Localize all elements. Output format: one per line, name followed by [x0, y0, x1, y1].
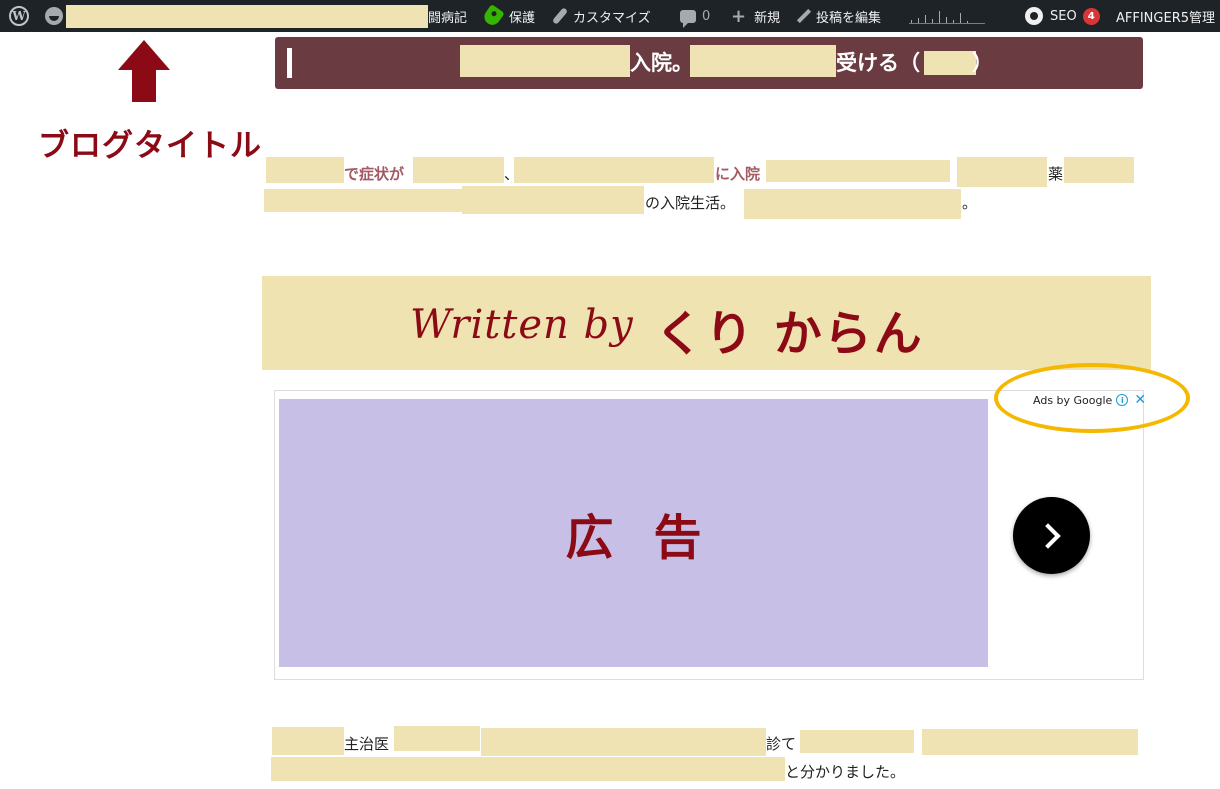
post-title-banner: 入院。 受ける（ ） [275, 37, 1143, 89]
customize-label: カスタマイズ [573, 10, 651, 26]
affinger-label: AFFINGER5管理 [1116, 10, 1215, 26]
edit-post-menu[interactable]: 投稿を編集 [796, 0, 882, 32]
intro-redacted-2 [413, 157, 504, 183]
comments-count: 0 [702, 8, 711, 24]
intro-redacted-5 [957, 157, 1047, 187]
intro-redacted-3 [514, 157, 714, 183]
protect-menu[interactable]: 保護 [481, 0, 536, 32]
body-redacted-1 [272, 727, 344, 755]
written-by-script: Written by [410, 302, 634, 348]
pencil-icon [796, 8, 812, 24]
body-redacted-5 [922, 729, 1138, 755]
google-ad-unit: 広告 Ads by Google i ✕ [274, 390, 1146, 680]
written-by-banner: Written by くり からん [262, 276, 1151, 370]
title-redacted-1 [460, 45, 630, 77]
edit-post-label: 投稿を編集 [816, 10, 882, 26]
comments-menu[interactable]: 0 [680, 0, 710, 32]
site-name-redacted [66, 4, 428, 28]
protect-label: 保護 [509, 10, 536, 26]
stats-menu[interactable] [909, 0, 985, 32]
ad-next-button[interactable] [1013, 497, 1090, 574]
title-redacted-3 [924, 51, 976, 75]
seo-label: SEO [1050, 8, 1077, 24]
affinger-admin-menu[interactable]: AFFINGER5管理 [1116, 0, 1215, 32]
intro-redacted-8 [462, 186, 644, 214]
title-text-2: 受ける（ [836, 51, 920, 75]
intro-redacted-7 [264, 189, 462, 212]
intro-text-4: 薬 [1048, 165, 1064, 183]
intro-redacted-9 [744, 189, 961, 219]
intro-text-5: の入院生活。 [645, 194, 736, 212]
body-text-3: と分かりました。 [785, 763, 906, 781]
dashboard-menu[interactable] [45, 0, 63, 32]
title-text-1: 入院。 [630, 51, 693, 75]
wordpress-logo-menu[interactable]: W [9, 0, 29, 32]
seo-menu[interactable]: SEO 4 [1025, 0, 1100, 32]
title-accent-bar [287, 48, 292, 78]
body-redacted-2 [394, 726, 480, 751]
site-name-menu[interactable]: 闘病記 [66, 0, 467, 32]
chevron-right-icon [1034, 522, 1061, 549]
ad-creative[interactable]: 広告 [279, 399, 988, 667]
new-content-menu[interactable]: + 新規 [731, 0, 780, 32]
customize-menu[interactable]: カスタマイズ [551, 0, 651, 32]
brush-icon [551, 7, 569, 25]
ads-highlight-annotation [994, 363, 1190, 433]
seo-notification-badge: 4 [1082, 7, 1100, 25]
intro-text-6: 。 [962, 194, 978, 212]
intro-redacted-6 [1064, 157, 1134, 183]
title-redacted-2 [690, 45, 836, 77]
intro-redacted-4 [766, 160, 950, 182]
plus-icon: + [731, 5, 747, 27]
seo-gear-icon [1025, 7, 1043, 25]
new-label: 新規 [754, 10, 781, 26]
stats-sparkline-icon [909, 8, 985, 24]
up-arrow-annotation [118, 40, 170, 102]
body-text-2: 診て [766, 735, 797, 753]
intro-text-3: に入院 [715, 165, 761, 183]
dashboard-icon [45, 7, 63, 25]
shield-icon [481, 4, 505, 28]
site-name-suffix: 闘病記 [428, 10, 468, 26]
ad-label: 広告 [565, 510, 742, 566]
blog-title-annotation: ブログタイトル [38, 128, 262, 164]
intro-redacted-1 [266, 157, 344, 183]
comment-icon [680, 9, 696, 28]
body-text-1: 主治医 [344, 735, 390, 753]
wordpress-icon: W [9, 6, 29, 26]
body-redacted-3 [481, 728, 766, 756]
body-redacted-4 [800, 730, 914, 753]
admin-bar: W 闘病記 保護 カスタマイズ 0 + 新規 投稿を編集 SEO 4 AFFIN… [0, 0, 1220, 32]
author-name: くり からん [655, 306, 924, 362]
title-text-3: ） [972, 51, 993, 75]
intro-text-1: で症状が [344, 165, 405, 183]
body-redacted-6 [271, 757, 785, 781]
